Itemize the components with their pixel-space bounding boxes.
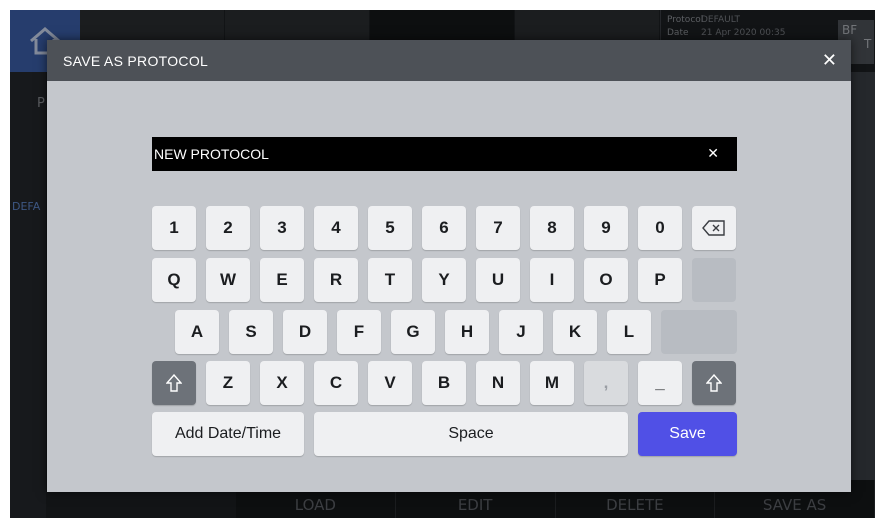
blank-wide-key (661, 310, 737, 354)
key-e[interactable]: E (260, 258, 304, 302)
key-underscore[interactable]: _ (638, 361, 682, 405)
save-button[interactable]: Save (638, 412, 737, 456)
shift-left-key[interactable] (152, 361, 196, 405)
key-v[interactable]: V (368, 361, 412, 405)
key-2[interactable]: 2 (206, 206, 250, 250)
shift-icon (166, 374, 182, 392)
key-f[interactable]: F (337, 310, 381, 354)
key-x[interactable]: X (260, 361, 304, 405)
key-t[interactable]: T (368, 258, 412, 302)
key-q[interactable]: Q (152, 258, 196, 302)
protocol-name-value: NEW PROTOCOL (154, 146, 269, 162)
key-h[interactable]: H (445, 310, 489, 354)
key-z[interactable]: Z (206, 361, 250, 405)
key-1[interactable]: 1 (152, 206, 196, 250)
key-6[interactable]: 6 (422, 206, 466, 250)
key-i[interactable]: I (530, 258, 574, 302)
key-o[interactable]: O (584, 258, 628, 302)
key-m[interactable]: M (530, 361, 574, 405)
backspace-icon (702, 220, 725, 236)
key-w[interactable]: W (206, 258, 250, 302)
dialog-header: SAVE AS PROTOCOL ✕ (47, 40, 851, 81)
shift-icon (706, 374, 722, 392)
key-r[interactable]: R (314, 258, 358, 302)
key-5[interactable]: 5 (368, 206, 412, 250)
key-7[interactable]: 7 (476, 206, 520, 250)
close-icon[interactable]: ✕ (822, 50, 837, 71)
key-comma[interactable]: , (584, 361, 628, 405)
key-y[interactable]: Y (422, 258, 466, 302)
space-key[interactable]: Space (314, 412, 628, 456)
key-a[interactable]: A (175, 310, 219, 354)
backspace-key[interactable] (692, 206, 736, 250)
key-8[interactable]: 8 (530, 206, 574, 250)
shift-right-key[interactable] (692, 361, 736, 405)
protocol-name-input[interactable]: NEW PROTOCOL ✕ (152, 137, 737, 171)
key-3[interactable]: 3 (260, 206, 304, 250)
blank-key (692, 258, 736, 302)
key-d[interactable]: D (283, 310, 327, 354)
key-u[interactable]: U (476, 258, 520, 302)
key-l[interactable]: L (607, 310, 651, 354)
key-c[interactable]: C (314, 361, 358, 405)
key-s[interactable]: S (229, 310, 273, 354)
key-g[interactable]: G (391, 310, 435, 354)
add-date-time-button[interactable]: Add Date/Time (152, 412, 304, 456)
key-9[interactable]: 9 (584, 206, 628, 250)
key-k[interactable]: K (553, 310, 597, 354)
clear-input-icon[interactable]: ✕ (707, 146, 719, 162)
dialog-title: SAVE AS PROTOCOL (63, 52, 209, 69)
key-b[interactable]: B (422, 361, 466, 405)
key-0[interactable]: 0 (638, 206, 682, 250)
key-4[interactable]: 4 (314, 206, 358, 250)
key-n[interactable]: N (476, 361, 520, 405)
key-p[interactable]: P (638, 258, 682, 302)
save-as-dialog: SAVE AS PROTOCOL ✕ NEW PROTOCOL ✕ 1 2 3 … (47, 40, 851, 492)
key-j[interactable]: J (499, 310, 543, 354)
